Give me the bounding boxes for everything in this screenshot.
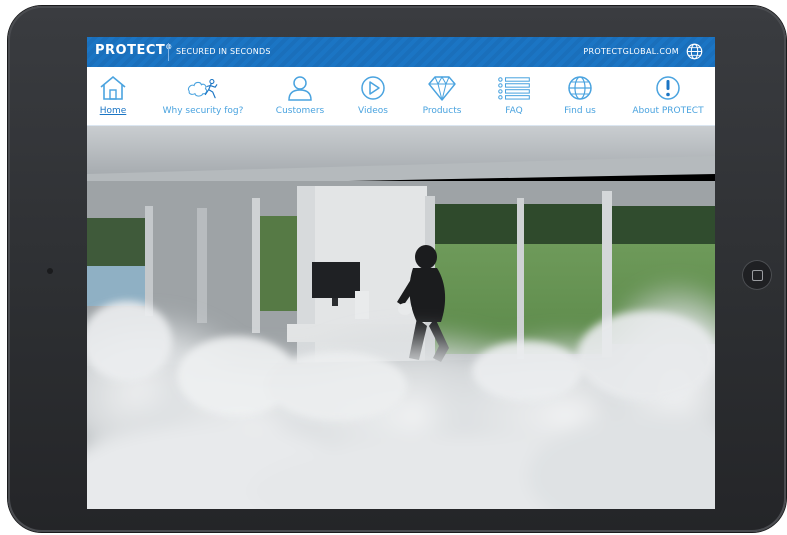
nav-label-home: Home <box>99 106 127 116</box>
exclamation-icon <box>656 76 680 100</box>
globe-icon[interactable] <box>686 43 703 60</box>
diamond-icon <box>428 75 456 101</box>
home-hardware-button[interactable] <box>742 260 772 290</box>
nav-label-about-protect: About PROTECT <box>632 106 704 116</box>
nav-item-about-protect[interactable]: About PROTECT <box>625 67 711 125</box>
main-navigation: Home Why security fog? Customers Videos … <box>87 67 715 126</box>
globe-icon <box>568 76 592 100</box>
nav-label-customers: Customers <box>275 106 325 116</box>
fog-burglary-scene <box>87 126 715 509</box>
website-link[interactable]: PROTECTGLOBAL.COM <box>583 47 679 56</box>
play-icon <box>361 76 385 100</box>
front-camera <box>47 268 53 274</box>
app-screen: PROTECT® SECURED IN SECONDS PROTECTGLOBA… <box>87 37 715 509</box>
nav-item-customers[interactable]: Customers <box>268 67 332 125</box>
hero-image <box>87 126 715 509</box>
nav-item-home[interactable]: Home <box>93 67 133 125</box>
nav-item-products[interactable]: Products <box>417 67 467 125</box>
tagline: SECURED IN SECONDS <box>176 47 271 56</box>
person-icon <box>288 76 312 101</box>
nav-item-faq[interactable]: FAQ <box>491 67 537 125</box>
nav-item-videos[interactable]: Videos <box>353 67 393 125</box>
running-burglar-icon <box>187 78 218 99</box>
nav-item-why-security-fog[interactable]: Why security fog? <box>157 67 249 125</box>
protect-logo[interactable]: PROTECT® <box>95 43 173 58</box>
nav-label-why-security-fog: Why security fog? <box>162 106 244 116</box>
nav-label-find-us: Find us <box>564 106 596 116</box>
top-bar: PROTECT® SECURED IN SECONDS PROTECTGLOBA… <box>87 37 715 67</box>
nav-label-products: Products <box>422 106 462 116</box>
header-divider <box>168 43 169 61</box>
nav-label-faq: FAQ <box>505 106 523 116</box>
nav-label-videos: Videos <box>358 106 388 116</box>
list-icon <box>498 77 530 100</box>
nav-item-find-us[interactable]: Find us <box>557 67 603 125</box>
house-icon <box>100 75 126 100</box>
